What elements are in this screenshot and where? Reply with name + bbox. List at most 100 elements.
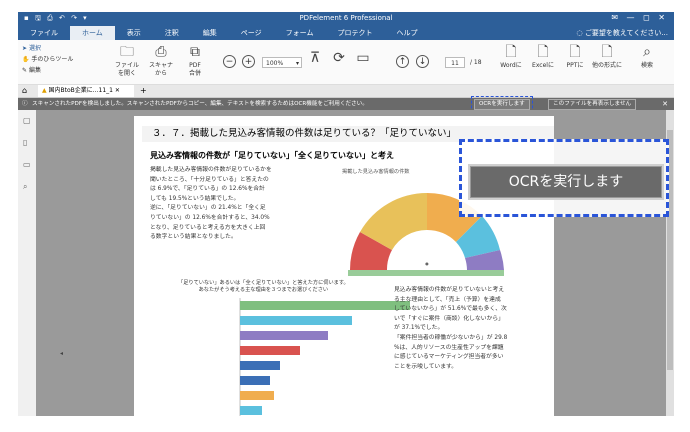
to-excel-button[interactable]: 🗋 Excelに bbox=[526, 44, 560, 70]
search-button[interactable]: ⌕ 検索 bbox=[630, 44, 664, 70]
menu-comment[interactable]: 注釈 bbox=[153, 26, 191, 40]
bar-5 bbox=[240, 361, 280, 370]
minus-icon: − bbox=[225, 57, 234, 67]
bar-1 bbox=[240, 301, 410, 310]
zoom-out-button[interactable]: − bbox=[223, 55, 236, 68]
hand-tool[interactable]: ✋ 手のひらツール bbox=[22, 54, 73, 65]
plus-icon: + bbox=[140, 86, 147, 95]
window-title: PDFelement 6 Professional bbox=[299, 14, 393, 22]
bookmark-icon[interactable]: ▯ bbox=[23, 138, 27, 147]
pages-icon[interactable]: ▢ bbox=[23, 116, 31, 125]
para-line: していないから」が 51.6%で最も多く、次 bbox=[394, 306, 507, 313]
rotate-icon: ⟳ bbox=[333, 50, 345, 66]
para-line: 「案件担当者の稼働が少ないから」が 29.8 bbox=[394, 334, 508, 341]
search-icon: ⌕ bbox=[643, 44, 651, 60]
bar-3 bbox=[240, 331, 328, 340]
new-tab-button[interactable]: + bbox=[140, 85, 147, 97]
para-line: %は、人的リソースの生産性アップを課題 bbox=[394, 344, 504, 351]
scanner-button[interactable]: ⎙ スキャナ から bbox=[144, 44, 178, 78]
menu-page[interactable]: ページ bbox=[229, 26, 274, 40]
close-icon[interactable]: ✕ bbox=[662, 98, 668, 110]
para-line: ことを示唆しています。 bbox=[394, 363, 458, 370]
prev-page-button[interactable]: ↑ bbox=[396, 55, 409, 68]
open-file-button[interactable]: 🗀 ファイル を開く bbox=[110, 44, 144, 78]
feedback-text: ご要望を教えてください... bbox=[584, 29, 668, 37]
fit-page-button[interactable]: ⊼ bbox=[304, 50, 326, 68]
open-file-label: ファイル を開く bbox=[114, 62, 139, 77]
fit-page-icon: ⊼ bbox=[309, 50, 321, 66]
menu-protect[interactable]: プロテクト bbox=[325, 26, 384, 40]
home-icon[interactable]: ⌂ bbox=[22, 86, 27, 95]
title-bar: ▪ 🖫 ⎙ ↶ ↷ ▾ PDFelement 6 Professional ✉ … bbox=[18, 12, 674, 26]
plus-icon: + bbox=[244, 57, 253, 67]
para-line: が 37.1%でした。 bbox=[394, 325, 444, 332]
feedback-link[interactable]: ◌ ご要望を教えてください... bbox=[577, 26, 668, 40]
presentation-button[interactable]: ▭ bbox=[352, 50, 374, 68]
zoom-in-button[interactable]: + bbox=[242, 55, 255, 68]
file-export-icon: 🗋 bbox=[601, 44, 613, 60]
menu-home[interactable]: ホーム bbox=[70, 26, 115, 40]
bar-6 bbox=[240, 376, 270, 385]
para-line: に感じているマーケティング担当者が多い bbox=[394, 354, 504, 361]
page-number-input[interactable]: 11 bbox=[445, 57, 465, 68]
hand-label: 手のひらツール bbox=[31, 56, 74, 63]
app-window: ▪ 🖫 ⎙ ↶ ↷ ▾ PDFelement 6 Professional ✉ … bbox=[18, 12, 674, 416]
dont-show-again-button[interactable]: このファイルを再表示しません bbox=[548, 99, 637, 110]
lightbulb-icon: ◌ bbox=[576, 29, 585, 37]
window-controls[interactable]: ✉ — ◻ ✕ bbox=[611, 13, 668, 22]
excel-file-icon: 🗋 bbox=[537, 44, 549, 60]
arrow-down-icon: ↓ bbox=[418, 57, 427, 67]
document-tab[interactable]: ▲ 国内BtoB企業に...11_1 ✕ bbox=[38, 85, 134, 97]
page-total: / 18 bbox=[470, 59, 482, 66]
arrow-up-icon: ↑ bbox=[398, 57, 407, 67]
menu-file[interactable]: ファイル bbox=[18, 26, 70, 40]
menu-bar: ファイル ホーム 表示 注釈 編集 ページ フォーム プロテクト ヘルプ ◌ ご… bbox=[18, 26, 674, 40]
scanner-icon: ⎙ bbox=[155, 44, 167, 60]
mode-tools: ➤ 選択 ✋ 手のひらツール ✎ 編集 bbox=[22, 43, 73, 76]
menu-view[interactable]: 表示 bbox=[115, 26, 153, 40]
edit-tool[interactable]: ✎ 編集 bbox=[22, 65, 73, 76]
edit-icon: ✎ bbox=[22, 67, 29, 74]
zoom-select[interactable]: 100% ▾ bbox=[262, 57, 302, 68]
to-ppt-button[interactable]: 🗋 PPTに bbox=[558, 44, 592, 70]
tab-close-icon[interactable]: ✕ bbox=[115, 87, 120, 94]
to-other-label: 他の形式に bbox=[591, 62, 622, 69]
search-icon[interactable]: ⌕ bbox=[23, 182, 27, 192]
para-line: いで「すぐに案件（商談）化しないから」 bbox=[394, 315, 504, 322]
cursor-icon: ➤ bbox=[22, 45, 29, 52]
menu-form[interactable]: フォーム bbox=[274, 26, 326, 40]
hand-icon: ✋ bbox=[22, 56, 32, 63]
run-ocr-button[interactable]: OCRを実行します bbox=[471, 96, 533, 113]
prev-page-arrow[interactable]: ◂ bbox=[60, 350, 63, 357]
para-line: 見込み客情報の件数が足りていないと考え bbox=[394, 287, 505, 293]
next-page-button[interactable]: ↓ bbox=[416, 55, 429, 68]
menu-edit[interactable]: 編集 bbox=[191, 26, 229, 40]
rotate-button[interactable]: ⟳ bbox=[328, 50, 350, 68]
word-file-icon: 🗋 bbox=[505, 44, 517, 60]
zoom-value: 100% bbox=[266, 60, 284, 67]
ocr-callout-button[interactable]: OCRを実行します bbox=[470, 166, 662, 198]
info-icon: ⓘ bbox=[22, 101, 28, 107]
scanner-label: スキャナ から bbox=[148, 62, 173, 77]
bar-4 bbox=[240, 346, 300, 355]
pdf-merge-button[interactable]: ⧉ PDF 合併 bbox=[178, 44, 212, 78]
to-word-label: Wordに bbox=[500, 62, 522, 69]
select-label: 選択 bbox=[28, 45, 41, 52]
to-excel-label: Excelに bbox=[532, 62, 554, 69]
ppt-file-icon: 🗋 bbox=[569, 44, 581, 60]
ocr-notice-bar: ⓘ スキャンされたPDFを検出しました。スキャンされたPDFからコピー、編集、テ… bbox=[18, 96, 674, 113]
pdf-merge-label: PDF 合併 bbox=[188, 62, 201, 77]
to-other-button[interactable]: 🗋 他の形式に bbox=[590, 44, 624, 70]
folder-icon: 🗀 bbox=[120, 44, 134, 60]
ocr-callout-highlight: OCRを実行します bbox=[459, 139, 669, 217]
comment-icon[interactable]: ▭ bbox=[23, 160, 31, 169]
bar-2 bbox=[240, 316, 352, 325]
bar-8 bbox=[240, 406, 262, 415]
menu-help[interactable]: ヘルプ bbox=[384, 26, 429, 40]
select-tool[interactable]: ➤ 選択 bbox=[22, 43, 73, 54]
search-label: 検索 bbox=[640, 62, 653, 69]
to-ppt-label: PPTに bbox=[566, 62, 584, 69]
paragraph-right: 見込み客情報の件数が足りていないと考え る主な理由として、「売上（予算）を達成 … bbox=[394, 286, 507, 372]
document-tab-bar: ⌂ ▲ 国内BtoB企業に...11_1 ✕ + bbox=[18, 85, 674, 98]
to-word-button[interactable]: 🗋 Wordに bbox=[494, 44, 528, 70]
